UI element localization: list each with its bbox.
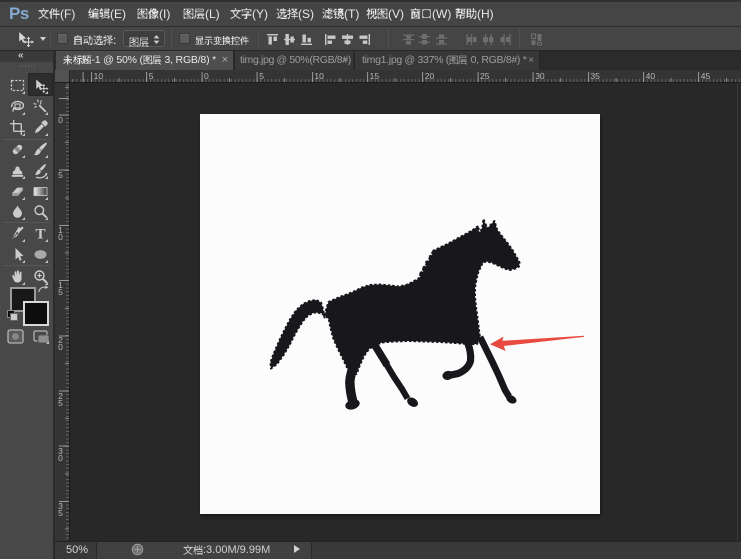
svg-text:T: T xyxy=(35,227,45,243)
